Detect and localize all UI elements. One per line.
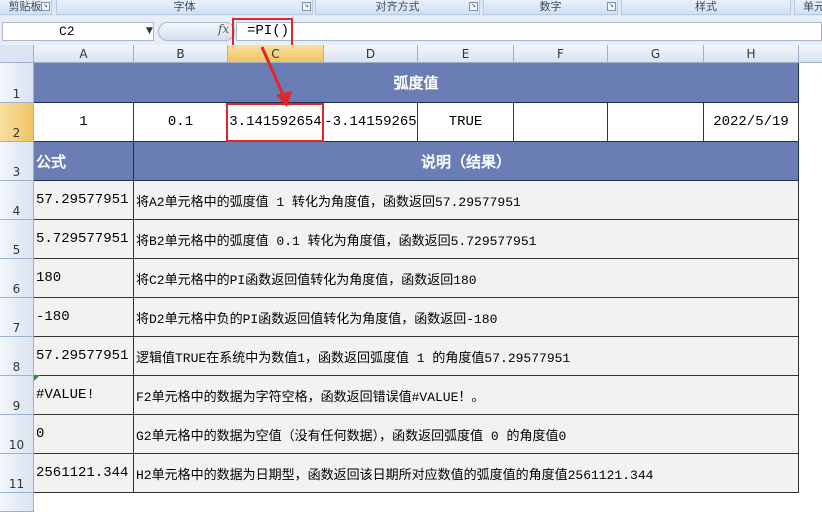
row-number: 7 [12,321,21,335]
row-number: 3 [12,165,21,179]
ribbon-group-styles[interactable]: 样式 [621,0,791,15]
description-cell-b11[interactable]: H2单元格中的数据为日期型，函数返回该日期所对应数值的弧度值的角度值256112… [134,454,799,493]
description-cell-b6[interactable]: 将C2单元格中的PI函数返回值转化为角度值，函数返回180 [134,259,799,298]
cell-d2[interactable]: -3.14159265 [324,103,418,142]
row-header-4[interactable]: 4 [0,181,34,220]
group-label: 样式 [695,0,717,13]
column-header-e[interactable]: E [418,45,514,63]
column-header-f[interactable]: F [514,45,608,63]
ribbon-group-cells[interactable]: 单元 [794,0,822,15]
row-number: 10 [8,438,25,452]
ribbon-group-alignment[interactable]: 对齐方式 ↘ [315,0,480,15]
group-label: 数字 [539,0,562,13]
formula-highlight-box [232,18,293,48]
row-header-3[interactable]: 3 [0,142,34,181]
cell-e2[interactable]: TRUE [418,103,514,142]
dialog-launcher-icon[interactable]: ↘ [41,2,50,11]
row-number: 6 [12,282,21,296]
description-cell-b7[interactable]: 将D2单元格中负的PI函数返回值转化为角度值，函数返回-180 [134,298,799,337]
column-header-next[interactable] [799,45,822,63]
row-number: 11 [8,477,25,491]
name-box-value: C2 [59,24,75,39]
cell-h2[interactable]: 2022/5/19 [704,103,799,142]
row-header-8[interactable]: 8 [0,337,34,376]
row-number: 4 [12,204,21,218]
column-header-h[interactable]: H [704,45,799,63]
description-cell-b4[interactable]: 将A2单元格中的弧度值 1 转化为角度值，函数返回57.29577951 [134,181,799,220]
result-cell-a10[interactable]: 0 [34,415,134,454]
title-cell-a1[interactable]: 弧度值 [34,63,799,103]
result-cell-a9[interactable]: #VALUE! [34,376,134,415]
group-label: 对齐方式 [375,0,420,13]
result-cell-a5[interactable]: 5.729577951 [34,220,134,259]
result-cell-a11[interactable]: 2561121.344 [34,454,134,493]
result-cell-a7[interactable]: -180 [34,298,134,337]
row-header-7[interactable]: 7 [0,298,34,337]
cell-a2[interactable]: 1 [34,103,134,142]
dialog-launcher-icon[interactable]: ↘ [607,2,616,11]
error-indicator-icon[interactable] [34,375,40,381]
selected-cell-highlight [226,103,324,142]
row-header-12[interactable] [0,493,34,512]
dialog-launcher-icon[interactable]: ↘ [469,2,478,11]
row-header-2[interactable]: 2 [0,103,34,142]
row-number: 1 [12,87,21,101]
cell-g2[interactable] [608,103,704,142]
column-header-a[interactable]: A [34,45,134,63]
row-number: 8 [12,360,21,374]
result-cell-a8[interactable]: 57.29577951 [34,337,134,376]
column-header-c[interactable]: C [228,45,324,63]
formula-input[interactable] [236,22,822,41]
ribbon-group-number[interactable]: 数字 ↘ [483,0,618,15]
group-label: 单元 [803,0,822,13]
insert-function-icon[interactable]: fx [218,22,229,36]
column-header-b[interactable]: B [134,45,228,63]
result-cell-a6[interactable]: 180 [34,259,134,298]
group-label: 剪贴板 [8,0,42,13]
row-header-9[interactable]: 9 [0,376,34,415]
row-number: 2 [12,126,21,140]
chevron-down-icon[interactable]: ▼ [146,26,153,36]
description-cell-b5[interactable]: 将B2单元格中的弧度值 0.1 转化为角度值，函数返回5.729577951 [134,220,799,259]
dialog-launcher-icon[interactable]: ↘ [302,2,311,11]
column-header-d[interactable]: D [324,45,418,63]
ribbon-group-labels: 剪贴板 ↘ 字体 ↘ 对齐方式 ↘ 数字 ↘ 样式 单元 [0,0,822,16]
row-header-10[interactable]: 10 [0,415,34,454]
description-cell-b9[interactable]: F2单元格中的数据为字符空格，函数返回错误值#VALUE！。 [134,376,799,415]
row-header-1[interactable]: 1 [0,63,34,103]
cell-f2[interactable] [514,103,608,142]
group-label: 字体 [173,0,196,13]
ribbon-group-font[interactable]: 字体 ↘ [56,0,313,15]
row-number: 5 [12,243,21,257]
row-header-6[interactable]: 6 [0,259,34,298]
description-cell-b8[interactable]: 逻辑值TRUE在系统中为数值1，函数返回弧度值 1 的角度值57.2957795… [134,337,799,376]
header-description-cell[interactable]: 说明（结果） [134,142,799,181]
ribbon-group-clipboard[interactable]: 剪贴板 ↘ [0,0,52,15]
row-header-11[interactable]: 11 [0,454,34,493]
name-box[interactable]: C2 [2,22,154,41]
column-header-g[interactable]: G [608,45,704,63]
cell-b2[interactable]: 0.1 [134,103,228,142]
select-all-corner[interactable] [0,45,34,63]
result-cell-a4[interactable]: 57.29577951 [34,181,134,220]
row-number: 9 [12,399,21,413]
description-cell-b10[interactable]: G2单元格中的数据为空值（没有任何数据），函数返回弧度值 0 的角度值0 [134,415,799,454]
header-formula-cell[interactable]: 公式 [34,142,134,181]
row-header-5[interactable]: 5 [0,220,34,259]
